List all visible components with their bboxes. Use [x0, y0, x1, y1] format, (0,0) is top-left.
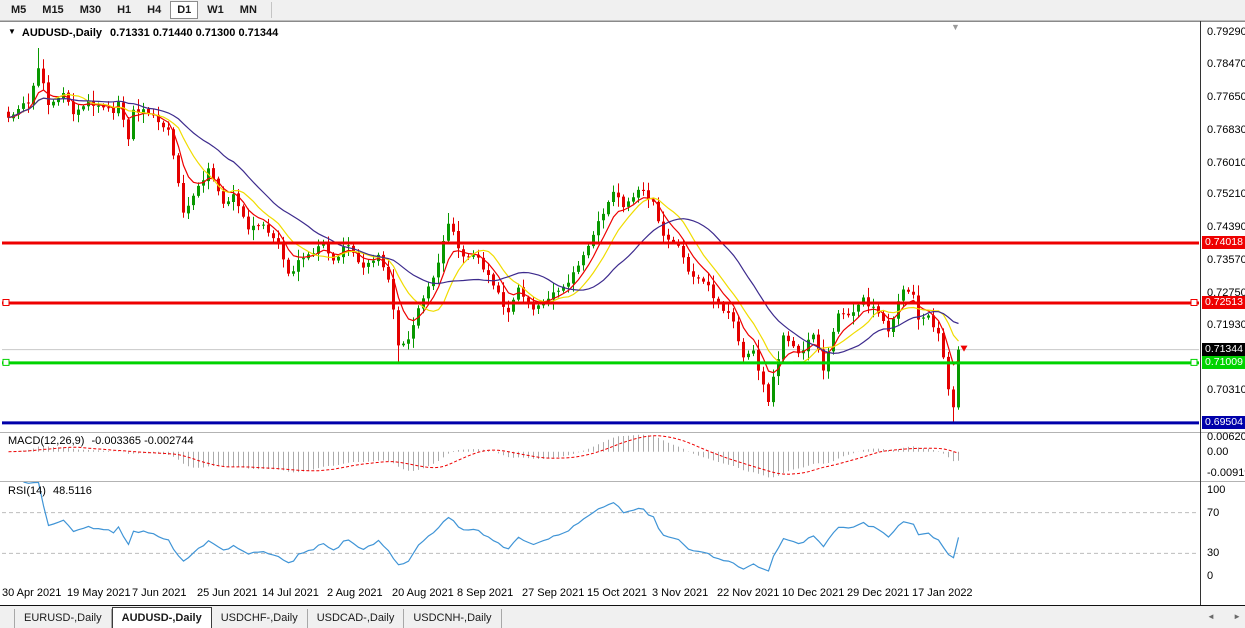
chart-symbol-label: AUDUSD-,Daily: [22, 27, 102, 39]
hline-handle: [3, 359, 9, 365]
rsi-value: 48.5116: [53, 485, 92, 497]
price-axis-tick: 0.77650: [1207, 91, 1245, 103]
date-axis-label: 10 Dec 2021: [782, 587, 844, 599]
tab-usdcad[interactable]: USDCAD-,Daily: [308, 609, 405, 628]
price-pointer-icon: [961, 346, 968, 352]
moving-average-6: [9, 90, 959, 373]
date-axis-label: 7 Jun 2021: [132, 587, 186, 599]
rsi-name: RSI(14): [8, 485, 46, 497]
date-axis-label: 27 Sep 2021: [522, 587, 584, 599]
rsi-axis-label: 100: [1207, 484, 1225, 496]
tab-scroll-arrows: ◄ ►: [1207, 612, 1241, 621]
price-axis-tick: 0.71930: [1207, 319, 1245, 331]
date-axis-label: 19 May 2021: [67, 587, 131, 599]
moving-average-10: [9, 94, 959, 363]
macd-axis-label: -0.009197: [1207, 467, 1245, 479]
tab-audusd[interactable]: AUDUSD-,Daily: [112, 607, 212, 628]
date-axis-label: 30 Apr 2021: [2, 587, 61, 599]
price-axis-tick: 0.73570: [1207, 254, 1245, 266]
symbol-dropdown-icon[interactable]: ▼: [8, 27, 16, 36]
date-axis-label: 2 Aug 2021: [327, 587, 383, 599]
price-axis-tick: 0.76010: [1207, 157, 1245, 169]
price-axis-tick: 0.75210: [1207, 188, 1245, 200]
chart-shift-marker-icon[interactable]: ▼: [951, 22, 960, 32]
hline-handle: [1191, 300, 1197, 306]
chart-ohlc-readout: 0.71331 0.71440 0.71300 0.71344: [110, 27, 278, 39]
date-axis-label: 14 Jul 2021: [262, 587, 319, 599]
moving-average-21: [9, 98, 959, 353]
hline-price-badge: 0.72513: [1202, 296, 1245, 309]
hline-handle: [1191, 359, 1197, 365]
tab-usdcnh[interactable]: USDCNH-,Daily: [404, 609, 501, 628]
macd-axis-label: 0.00: [1207, 446, 1228, 458]
tab-scroll-left-icon[interactable]: ◄: [1207, 612, 1215, 621]
macd-name: MACD(12,26,9): [8, 435, 84, 447]
chart-title: ▼ AUDUSD-,Daily 0.71331 0.71440 0.71300 0.…: [8, 27, 278, 39]
date-axis-label: 20 Aug 2021: [392, 587, 454, 599]
rsi-axis-label: 0: [1207, 570, 1213, 582]
macd-indicator-label: MACD(12,26,9) -0.003365 -0.002744: [8, 435, 194, 447]
current-price-badge: 0.71344: [1202, 343, 1245, 356]
candle-bodies-up: [12, 68, 960, 407]
hline-price-badge: 0.69504: [1202, 416, 1245, 429]
date-axis-label: 29 Dec 2021: [847, 587, 909, 599]
hline-price-badge: 0.74018: [1202, 236, 1245, 249]
hline-price-badge: 0.71009: [1202, 356, 1245, 369]
rsi-indicator-label: RSI(14) 48.5116: [8, 485, 92, 497]
rsi-axis-label: 70: [1207, 507, 1219, 519]
rsi-axis-label: 30: [1207, 547, 1219, 559]
date-axis-label: 8 Sep 2021: [457, 587, 513, 599]
tab-eurusd[interactable]: EURUSD-,Daily: [14, 609, 112, 628]
price-axis-tick: 0.76830: [1207, 124, 1245, 136]
date-axis-label: 25 Jun 2021: [197, 587, 258, 599]
macd-axis-label: 0.006201: [1207, 431, 1245, 443]
rsi-line: [24, 482, 959, 571]
hline-handle: [3, 300, 9, 306]
price-axis-tick: 0.70310: [1207, 384, 1245, 396]
chart-canvas[interactable]: [0, 0, 1245, 606]
price-axis-tick: 0.79290: [1207, 26, 1245, 38]
price-axis-tick: 0.74390: [1207, 221, 1245, 233]
macd-values: -0.003365 -0.002744: [91, 435, 193, 447]
candle-wicks-up: [14, 48, 959, 410]
date-axis-label: 22 Nov 2021: [717, 587, 779, 599]
candle-bodies-down: [7, 69, 955, 408]
date-axis-label: 3 Nov 2021: [652, 587, 708, 599]
tab-scroll-right-icon[interactable]: ►: [1233, 612, 1241, 621]
symbol-tab-bar: EURUSD-,DailyAUDUSD-,DailyUSDCHF-,DailyU…: [0, 606, 1245, 628]
price-axis-tick: 0.78470: [1207, 58, 1245, 70]
tab-usdchf[interactable]: USDCHF-,Daily: [212, 609, 308, 628]
date-axis-label: 17 Jan 2022: [912, 587, 973, 599]
date-axis-label: 15 Oct 2021: [587, 587, 647, 599]
